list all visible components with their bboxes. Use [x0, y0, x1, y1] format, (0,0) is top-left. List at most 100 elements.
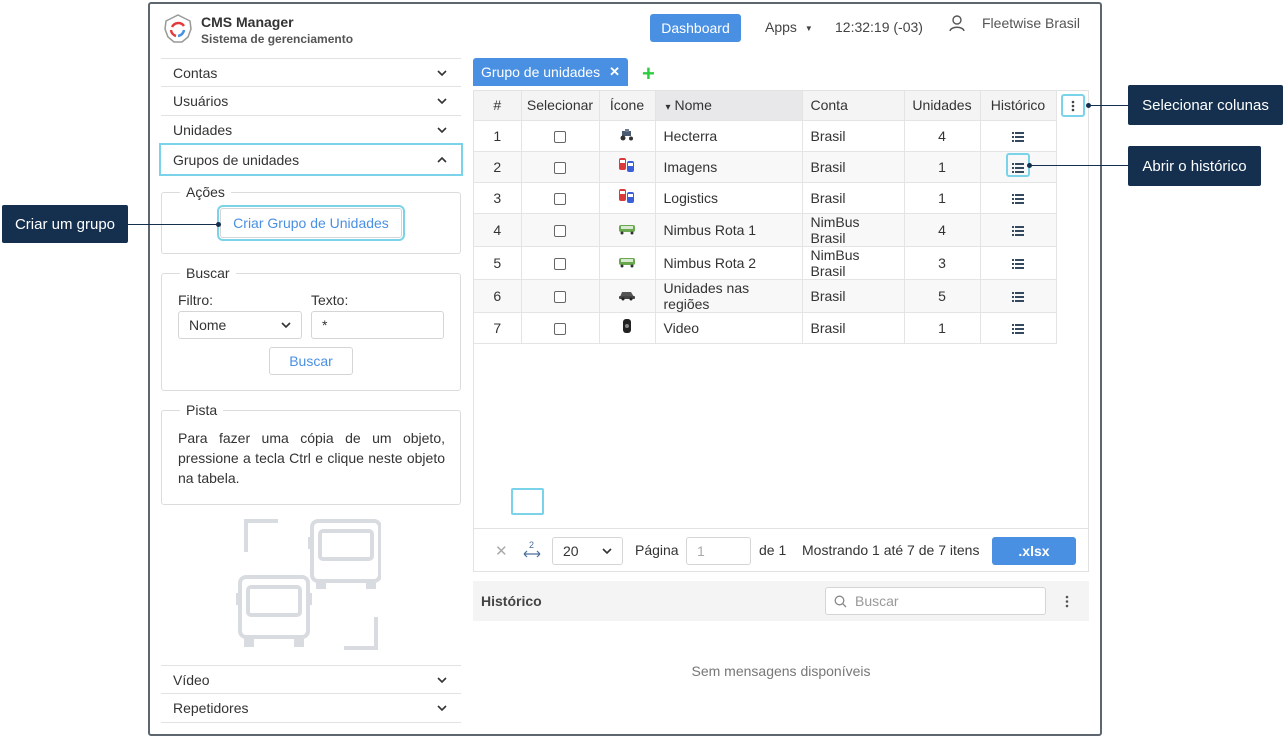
row-number: 1 [474, 120, 522, 152]
row-checkbox[interactable] [554, 257, 566, 270]
search-button[interactable]: Buscar [269, 347, 353, 375]
row-select-cell [521, 120, 600, 152]
chevron-down-icon [437, 676, 447, 683]
row-checkbox[interactable] [554, 192, 566, 205]
sidebar-item-usuarios[interactable]: Usuários [161, 87, 461, 116]
showing-text: Mostrando 1 até 7 de 7 itens [802, 542, 980, 558]
apps-menu[interactable]: Apps ▼ [765, 19, 813, 35]
add-tab-icon[interactable]: + [642, 61, 655, 87]
row-name[interactable]: Nimbus Rota 2 [655, 246, 803, 280]
sidebar-item-contas[interactable]: Contas [161, 58, 461, 87]
select-columns-button[interactable] [1061, 94, 1085, 117]
sidebar-item-grupos[interactable]: Grupos de unidades [159, 143, 463, 176]
filter-select-value: Nome [189, 317, 227, 333]
filter-select[interactable]: Nome [178, 311, 302, 339]
history-list-icon[interactable] [1012, 291, 1024, 302]
sidebar-item-repetidores[interactable]: Repetidores [161, 694, 461, 723]
row-number: 5 [474, 246, 522, 280]
apps-label: Apps [765, 19, 797, 35]
sidebar-item-unidades[interactable]: Unidades [161, 116, 461, 145]
row-units: 3 [904, 246, 981, 280]
dashboard-button[interactable]: Dashboard [650, 14, 741, 42]
row-select-cell [521, 182, 600, 214]
user-name[interactable]: Fleetwise Brasil [982, 15, 1080, 31]
sidebar-item-label: Grupos de unidades [173, 151, 300, 168]
camera-icon [622, 319, 632, 337]
row-name[interactable]: Video [655, 312, 803, 344]
row-name[interactable]: Nimbus Rota 1 [655, 213, 803, 247]
bus-group-illustration-icon [236, 519, 381, 650]
callout-line [128, 224, 218, 225]
user-icon[interactable] [948, 14, 966, 32]
row-icon-cell [599, 246, 656, 280]
row-name[interactable]: Imagens [655, 151, 803, 183]
app-subtitle: Sistema de gerenciamento [201, 32, 354, 46]
page-size-select[interactable]: 20 [552, 537, 623, 565]
row-history-cell [980, 246, 1057, 280]
table-row[interactable]: 2 Imagens Brasil 1 [474, 151, 1057, 183]
row-name[interactable]: Unidades nas regiões [655, 279, 803, 313]
row-history-cell [980, 213, 1057, 247]
table-row[interactable]: 4 Nimbus Rota 1 NimBus Brasil 4 [474, 213, 1057, 247]
row-name[interactable]: Logistics [655, 182, 803, 214]
sidebar-item-label: Vídeo [173, 671, 210, 688]
caret-down-icon: ▼ [804, 23, 813, 33]
column-header-name-label: Nome [674, 97, 712, 114]
units-table: # Selecionar Ícone ▾ Nome Conta Unidades … [474, 91, 1057, 344]
clear-filter-icon[interactable]: ✕ [495, 542, 508, 560]
row-units: 1 [904, 312, 981, 344]
row-checkbox[interactable] [554, 130, 566, 143]
column-header-select[interactable]: Selecionar [521, 91, 600, 121]
row-checkbox[interactable] [554, 322, 566, 335]
table-row[interactable]: 5 Nimbus Rota 2 NimBus Brasil 3 [474, 246, 1057, 280]
buscar-legend: Buscar [180, 265, 236, 281]
table-row[interactable]: 7 Video Brasil 1 [474, 312, 1057, 344]
create-group-button[interactable]: Criar Grupo de Unidades [217, 205, 405, 241]
column-header-units[interactable]: Unidades [904, 91, 981, 121]
sidebar-item-label: Unidades [173, 122, 233, 138]
row-select-cell [521, 312, 600, 344]
history-list-icon[interactable] [1012, 193, 1024, 204]
row-name[interactable]: Hecterra [655, 120, 803, 152]
row-checkbox[interactable] [554, 161, 566, 174]
row-history-cell [980, 120, 1057, 152]
page-input[interactable]: 1 [686, 537, 751, 565]
close-icon[interactable]: ✕ [609, 64, 620, 80]
history-list-icon[interactable] [1012, 323, 1024, 334]
row-icon-cell [599, 213, 656, 247]
tab-grupo-de-unidades[interactable]: Grupo de unidades ✕ [473, 58, 628, 86]
row-select-cell [521, 151, 600, 183]
callout-open-history: Abrir o histórico [1128, 146, 1261, 186]
search-placeholder: Buscar [855, 593, 899, 609]
column-header-number[interactable]: # [474, 91, 522, 121]
history-search-input[interactable]: Buscar [825, 587, 1046, 615]
callout-create-group: Criar um grupo [2, 205, 128, 243]
table-row[interactable]: 1 Hecterra Brasil 4 [474, 120, 1057, 152]
history-list-icon[interactable] [1012, 131, 1024, 142]
table-row[interactable]: 3 Logistics Brasil 1 [474, 182, 1057, 214]
history-menu-icon[interactable] [1065, 595, 1069, 608]
row-number: 2 [474, 151, 522, 183]
page-label: Página [635, 542, 679, 558]
column-header-icon[interactable]: Ícone [599, 91, 656, 121]
callout-select-columns: Selecionar colunas [1128, 85, 1283, 125]
row-checkbox[interactable] [554, 290, 566, 303]
row-number: 7 [474, 312, 522, 344]
history-list-icon[interactable] [1012, 258, 1024, 269]
column-header-account[interactable]: Conta [802, 91, 905, 121]
table-row[interactable]: 6 Unidades nas regiões Brasil 5 [474, 279, 1057, 313]
column-header-name[interactable]: ▾ Nome [655, 91, 803, 121]
row-account: Brasil [802, 151, 905, 183]
table-header-row: # Selecionar Ícone ▾ Nome Conta Unidades … [474, 91, 1057, 121]
row-account: Brasil [802, 182, 905, 214]
sidebar-item-video[interactable]: Vídeo [161, 665, 461, 694]
text-input[interactable]: * [311, 311, 444, 339]
row-history-cell [980, 182, 1057, 214]
export-xlsx-button[interactable]: .xlsx [992, 537, 1076, 565]
column-header-history[interactable]: Histórico [980, 91, 1057, 121]
kebab-menu-icon [1071, 100, 1075, 111]
row-account: Brasil [802, 312, 905, 344]
row-icon-cell [599, 120, 656, 152]
row-checkbox[interactable] [554, 224, 566, 237]
history-list-icon[interactable] [1012, 225, 1024, 236]
